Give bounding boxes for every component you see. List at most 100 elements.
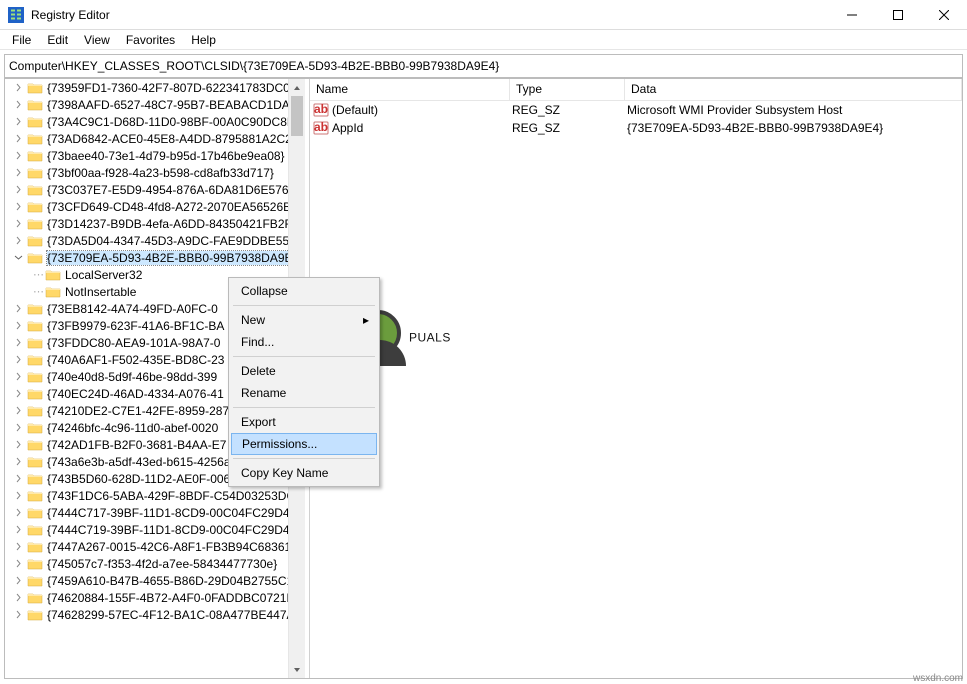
svg-text:ab: ab <box>314 102 328 116</box>
expand-icon[interactable] <box>13 304 23 314</box>
expand-icon[interactable] <box>13 508 23 518</box>
tree-item[interactable]: {7447A267-0015-42C6-A8F1-FB3B94C68361} <box>5 538 288 555</box>
tree-item[interactable]: {7444C717-39BF-11D1-8CD9-00C04FC29D45} <box>5 504 288 521</box>
address-text: Computer\HKEY_CLASSES_ROOT\CLSID\{73E709… <box>9 59 499 73</box>
tree-item[interactable]: {743F1DC6-5ABA-429F-8BDF-C54D03253DC2} <box>5 487 288 504</box>
list-row[interactable]: abAppIdREG_SZ{73E709EA-5D93-4B2E-BBB0-99… <box>310 119 962 137</box>
menu-favorites[interactable]: Favorites <box>118 30 183 50</box>
expand-icon[interactable] <box>13 338 23 348</box>
scroll-up-icon[interactable] <box>289 79 305 96</box>
list-row[interactable]: ab(Default)REG_SZMicrosoft WMI Provider … <box>310 101 962 119</box>
menu-file[interactable]: File <box>4 30 39 50</box>
tree-item[interactable]: {73A4C9C1-D68D-11D0-98BF-00A0C90DC8D9} <box>5 113 288 130</box>
tree-item-label: {7459A610-B47B-4655-B86D-29D04B2755C1} <box>47 574 297 588</box>
maximize-button[interactable] <box>875 0 921 29</box>
folder-icon <box>27 608 43 622</box>
tree-item[interactable]: {73959FD1-7360-42F7-807D-622341783DC0} <box>5 79 288 96</box>
ctx-permissions[interactable]: Permissions... <box>231 433 377 455</box>
tree-item[interactable]: {73AD6842-ACE0-45E8-A4DD-8795881A2C2A} <box>5 130 288 147</box>
expand-icon[interactable] <box>13 593 23 603</box>
expand-icon[interactable] <box>13 168 23 178</box>
tree-item-label: NotInsertable <box>65 285 136 299</box>
ctx-new[interactable]: New▸ <box>231 309 377 331</box>
expand-icon[interactable] <box>13 389 23 399</box>
scroll-thumb[interactable] <box>291 96 303 136</box>
expand-icon[interactable] <box>13 321 23 331</box>
tree-item-label: {74628299-57EC-4F12-BA1C-08A477BE447A} <box>47 608 299 622</box>
expand-icon[interactable] <box>13 423 23 433</box>
collapse-icon[interactable] <box>13 253 23 263</box>
folder-icon <box>27 574 43 588</box>
col-type[interactable]: Type <box>510 79 625 100</box>
tree-item-label: {7398AAFD-6527-48C7-95B7-BEABACD1DA4E} <box>47 98 305 112</box>
folder-icon <box>27 455 43 469</box>
expand-icon[interactable] <box>13 576 23 586</box>
scroll-down-icon[interactable] <box>289 661 305 678</box>
ctx-export[interactable]: Export <box>231 411 377 433</box>
expand-icon[interactable] <box>13 372 23 382</box>
tree-item[interactable]: {73CFD649-CD48-4fd8-A272-2070EA56526B} <box>5 198 288 215</box>
minimize-button[interactable] <box>829 0 875 29</box>
tree-item[interactable]: {73E709EA-5D93-4B2E-BBB0-99B7938DA9E4} <box>5 249 288 266</box>
separator <box>233 458 375 459</box>
tree-item[interactable]: {73baee40-73e1-4d79-b95d-17b46be9ea08} <box>5 147 288 164</box>
submenu-arrow-icon: ▸ <box>363 313 369 327</box>
separator <box>233 356 375 357</box>
ctx-delete[interactable]: Delete <box>231 360 377 382</box>
tree-item[interactable]: {7459A610-B47B-4655-B86D-29D04B2755C1} <box>5 572 288 589</box>
value-data: {73E709EA-5D93-4B2E-BBB0-99B7938DA9E4} <box>627 121 962 135</box>
folder-icon <box>27 438 43 452</box>
folder-icon <box>27 251 43 265</box>
folder-icon <box>27 421 43 435</box>
menu-view[interactable]: View <box>76 30 118 50</box>
tree-item[interactable]: {7398AAFD-6527-48C7-95B7-BEABACD1DA4E} <box>5 96 288 113</box>
ctx-collapse[interactable]: Collapse <box>231 280 377 302</box>
expand-icon[interactable] <box>13 185 23 195</box>
expand-icon[interactable] <box>13 542 23 552</box>
tree-item[interactable]: {73bf00aa-f928-4a23-b598-cd8afb33d717} <box>5 164 288 181</box>
tree-item[interactable]: {7444C719-39BF-11D1-8CD9-00C04FC29D45} <box>5 521 288 538</box>
expand-icon[interactable] <box>13 355 23 365</box>
value-name: (Default) <box>332 103 512 117</box>
expand-icon[interactable] <box>13 559 23 569</box>
tree-item[interactable]: {745057c7-f353-4f2d-a7ee-58434477730e} <box>5 555 288 572</box>
close-button[interactable] <box>921 0 967 29</box>
expand-icon[interactable] <box>13 219 23 229</box>
ctx-find[interactable]: Find... <box>231 331 377 353</box>
expand-icon[interactable] <box>13 236 23 246</box>
expand-icon[interactable] <box>13 134 23 144</box>
expand-icon[interactable] <box>13 457 23 467</box>
expand-icon[interactable] <box>13 83 23 93</box>
expand-icon[interactable] <box>13 525 23 535</box>
expand-icon[interactable] <box>13 491 23 501</box>
expand-icon[interactable] <box>13 100 23 110</box>
menu-edit[interactable]: Edit <box>39 30 76 50</box>
tree-item[interactable]: {74620884-155F-4B72-A4F0-0FADDBC0721E} <box>5 589 288 606</box>
tree-item[interactable]: {73C037E7-E5D9-4954-876A-6DA81D6E5768} <box>5 181 288 198</box>
tree-item-label: {73C037E7-E5D9-4954-876A-6DA81D6E5768} <box>47 183 299 197</box>
expand-icon[interactable] <box>13 440 23 450</box>
folder-icon <box>27 370 43 384</box>
expand-icon[interactable] <box>13 117 23 127</box>
col-name[interactable]: Name <box>310 79 510 100</box>
tree-item[interactable]: {74628299-57EC-4F12-BA1C-08A477BE447A} <box>5 606 288 623</box>
tree-item[interactable]: {73D14237-B9DB-4efa-A6DD-84350421FB2F} <box>5 215 288 232</box>
folder-icon <box>27 319 43 333</box>
ctx-rename[interactable]: Rename <box>231 382 377 404</box>
expand-icon[interactable] <box>13 474 23 484</box>
address-bar[interactable]: Computer\HKEY_CLASSES_ROOT\CLSID\{73E709… <box>4 54 963 78</box>
expand-icon[interactable] <box>13 406 23 416</box>
tree-item-label: {74620884-155F-4B72-A4F0-0FADDBC0721E} <box>47 591 299 605</box>
tree-item-label: {73bf00aa-f928-4a23-b598-cd8afb33d717} <box>47 166 274 180</box>
col-data[interactable]: Data <box>625 79 962 100</box>
titlebar: Registry Editor <box>0 0 967 30</box>
tree-item[interactable]: {73DA5D04-4347-45D3-A9DC-FAE9DDBE558D} <box>5 232 288 249</box>
expand-icon[interactable] <box>13 202 23 212</box>
expand-icon[interactable] <box>13 151 23 161</box>
folder-icon <box>27 387 43 401</box>
folder-icon <box>27 472 43 486</box>
expand-icon[interactable] <box>13 610 23 620</box>
menu-help[interactable]: Help <box>183 30 224 50</box>
tree-item-label: {745057c7-f353-4f2d-a7ee-58434477730e} <box>47 557 277 571</box>
ctx-copy-key-name[interactable]: Copy Key Name <box>231 462 377 484</box>
